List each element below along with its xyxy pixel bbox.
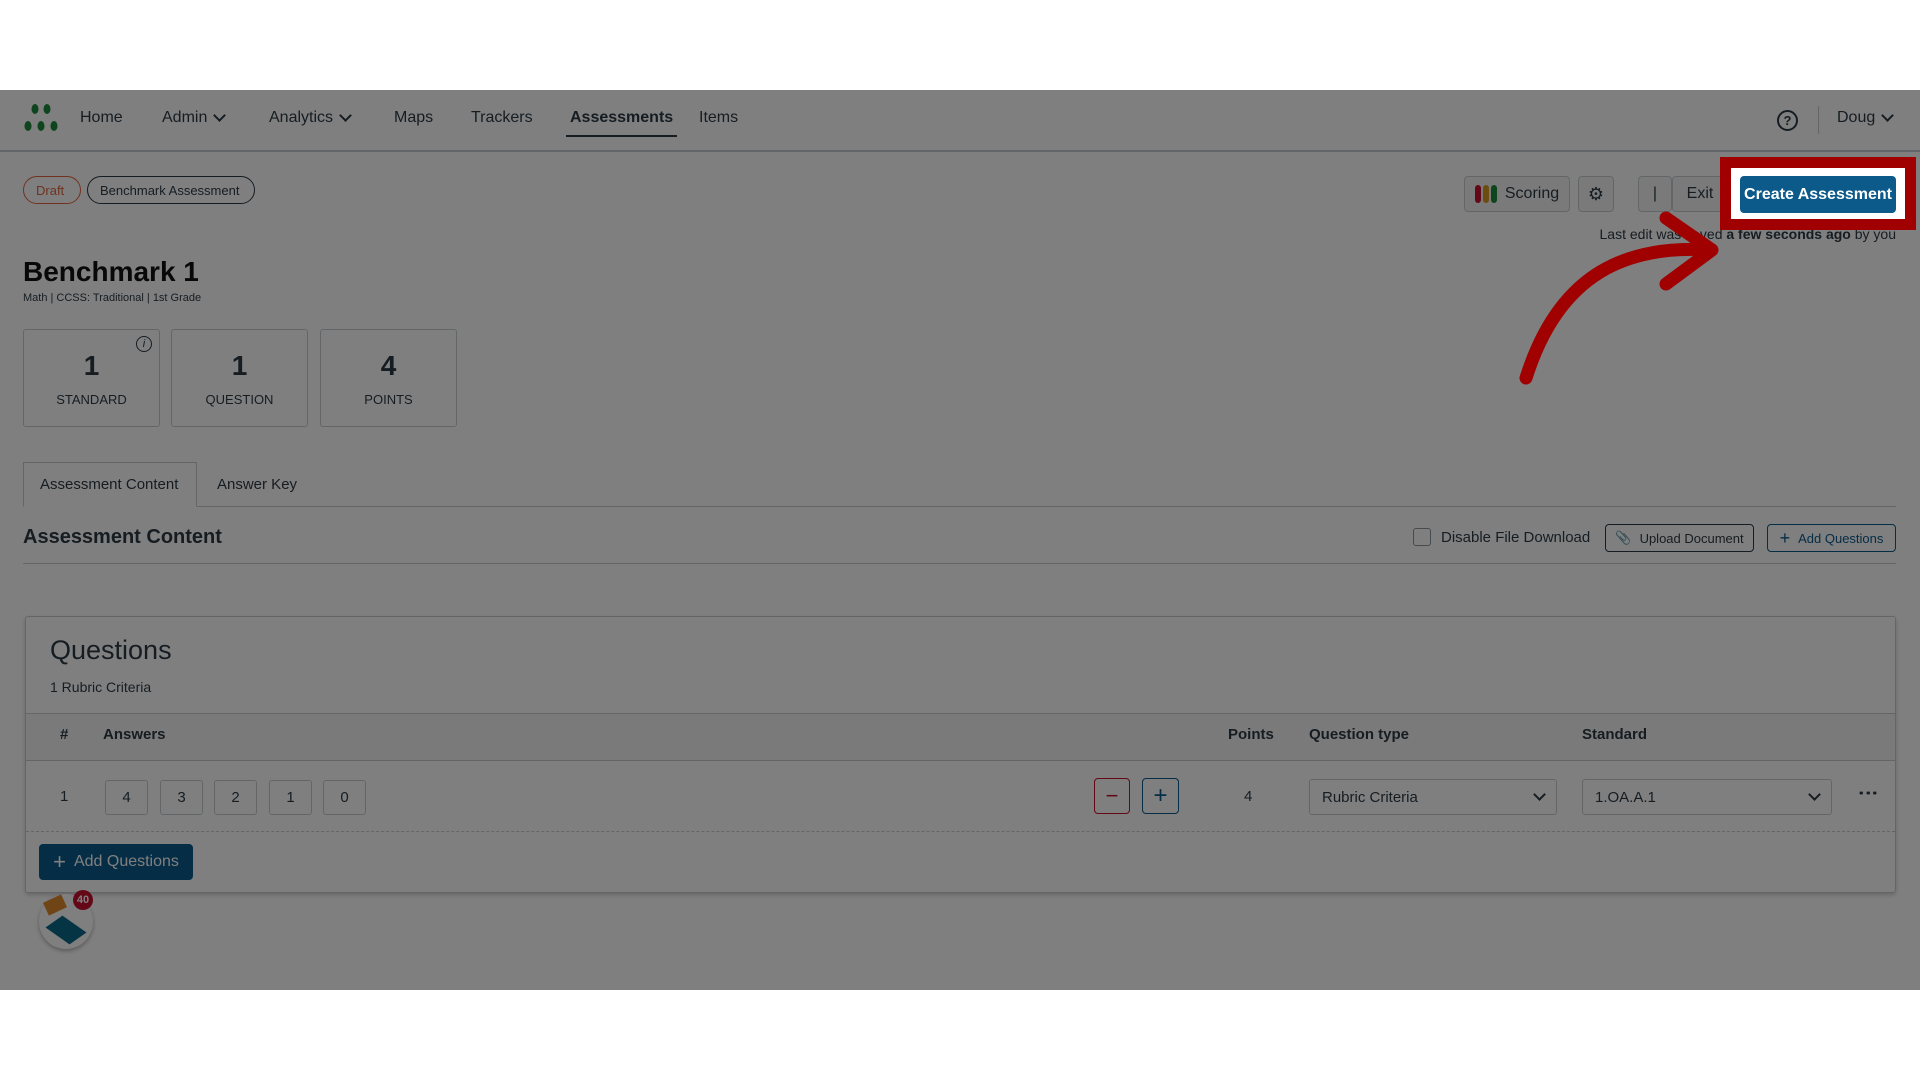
create-assessment-button[interactable]: Create Assessment: [1740, 176, 1896, 213]
create-label: Create Assessment: [1744, 185, 1892, 203]
arrow-annotation-icon: [1519, 211, 1719, 385]
app: Home Admin Analytics Maps Trackers Asses…: [0, 90, 1920, 990]
